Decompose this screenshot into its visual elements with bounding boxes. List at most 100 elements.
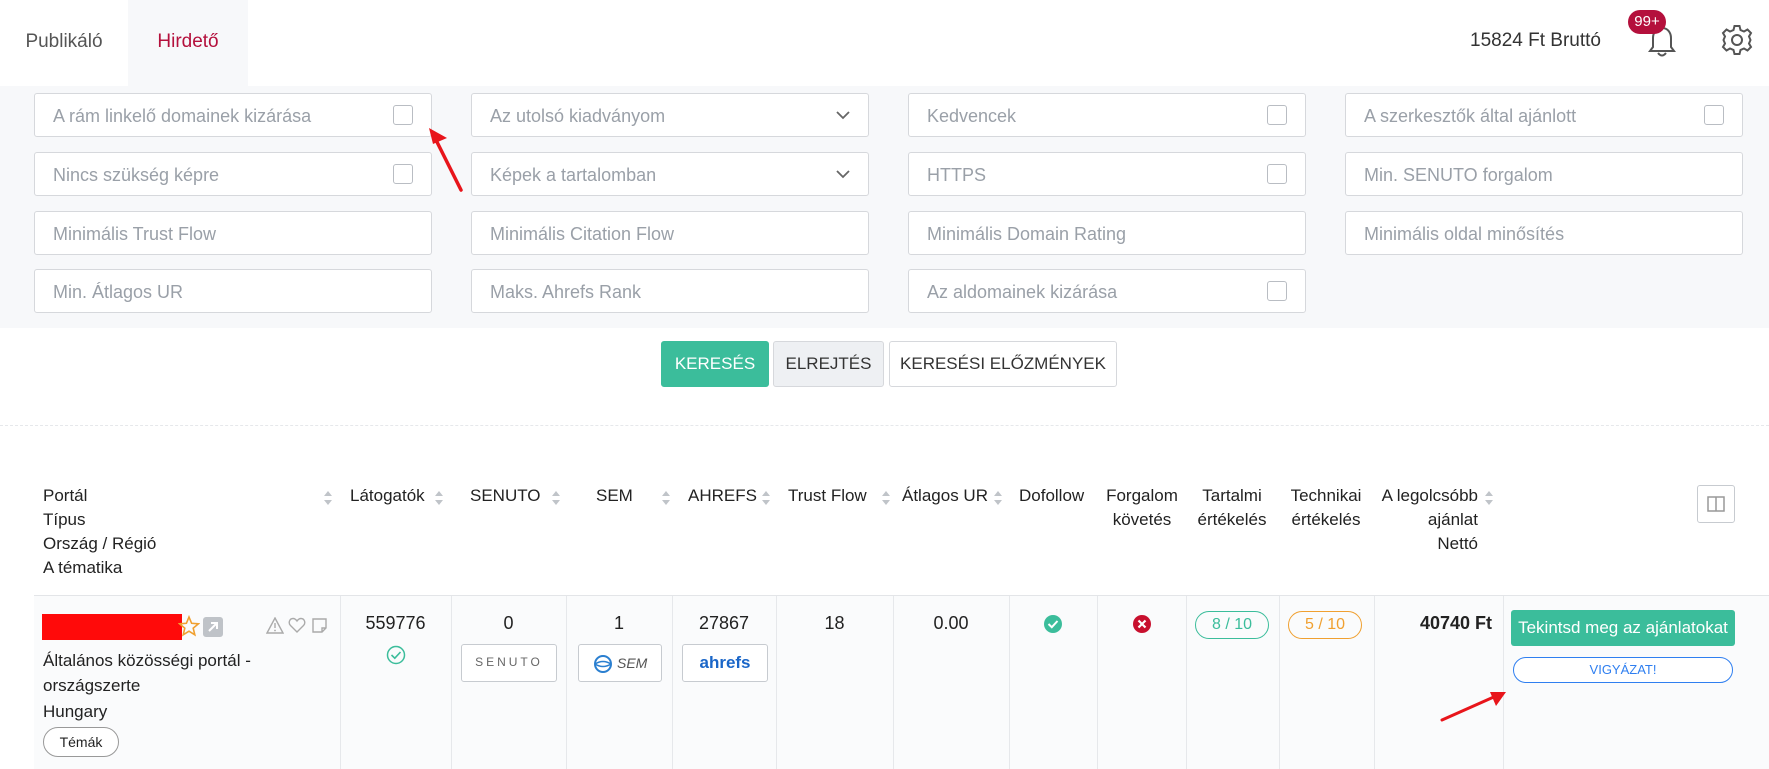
min-avg-ur-input[interactable]: Min. Átlagos UR <box>34 269 432 313</box>
checkbox[interactable] <box>1267 281 1287 301</box>
column-header-sem[interactable]: SEM <box>596 484 633 508</box>
checkbox[interactable] <box>393 105 413 125</box>
header-price-line2: ajánlat <box>1427 510 1478 529</box>
column-header-portal[interactable]: Portál Típus Ország / Régió A tématika <box>43 484 156 580</box>
filter-label: Kedvencek <box>927 106 1017 126</box>
ahrefs-logo-button[interactable]: ahrefs <box>682 644 768 682</box>
filter-label: A rám linkelő domainek kizárása <box>53 106 312 126</box>
filter-label: Nincs szükség képre <box>53 165 220 185</box>
min-page-rating-input[interactable]: Minimális oldal minősítés <box>1345 211 1743 255</box>
header-content-line1: Tartalmi <box>1202 486 1262 505</box>
column-header-ahrefs[interactable]: AHREFS <box>688 484 757 508</box>
warning-icon[interactable] <box>266 617 284 634</box>
input-placeholder: Min. SENUTO forgalom <box>1364 165 1553 185</box>
header-type: Típus <box>43 510 86 529</box>
sort-icon[interactable] <box>1484 490 1494 506</box>
editor-recommended-filter[interactable]: A szerkesztők által ajánlott <box>1345 93 1743 137</box>
tab-publisher[interactable]: Publikáló <box>0 0 128 86</box>
notification-badge: 99+ <box>1628 10 1666 34</box>
avg-ur-value: 0.00 <box>933 613 969 633</box>
search-button[interactable]: KERESÉS <box>661 341 769 387</box>
min-citation-flow-input[interactable]: Minimális Citation Flow <box>471 211 869 255</box>
columns-toggle-button[interactable] <box>1697 485 1735 523</box>
checkbox[interactable] <box>393 164 413 184</box>
visitors-value: 559776 <box>365 613 426 633</box>
column-divider <box>1009 596 1010 769</box>
column-header-trust-flow[interactable]: Trust Flow <box>788 484 867 508</box>
min-trust-flow-input[interactable]: Minimális Trust Flow <box>34 211 432 255</box>
exclude-linking-domains-filter[interactable]: A rám linkelő domainek kizárása <box>34 93 432 137</box>
trust-flow-value: 18 <box>824 613 845 633</box>
cheapest-offer-price: 40740 Ft <box>1419 613 1492 633</box>
portal-type-line1: Általános közösségi portál - <box>43 651 251 670</box>
checkbox[interactable] <box>1267 105 1287 125</box>
sort-icon[interactable] <box>993 490 1003 506</box>
input-placeholder: Maks. Ahrefs Rank <box>490 282 642 302</box>
checkbox[interactable] <box>1267 164 1287 184</box>
view-offers-button[interactable]: Tekintsd meg az ajánlatokat <box>1511 610 1735 646</box>
note-icon[interactable] <box>311 617 328 634</box>
heart-icon[interactable] <box>288 617 306 634</box>
sem-logo-button[interactable]: SEM <box>578 644 662 682</box>
chevron-down-icon <box>834 165 852 183</box>
search-history-button[interactable]: KERESÉSI ELŐZMÉNYEK <box>889 341 1117 387</box>
input-placeholder: Minimális Trust Flow <box>53 224 217 244</box>
sort-icon[interactable] <box>761 490 771 506</box>
min-domain-rating-input[interactable]: Minimális Domain Rating <box>908 211 1306 255</box>
column-header-dofollow: Dofollow <box>1019 486 1085 505</box>
senuto-value: 0 <box>503 613 514 633</box>
header-content-line2: értékelés <box>1197 510 1267 529</box>
columns-icon <box>1707 496 1725 512</box>
sort-icon[interactable] <box>551 490 561 506</box>
column-header-visitors[interactable]: Látogatók <box>350 484 425 508</box>
portal-type: Általános közösségi portál - országszert… <box>43 648 251 698</box>
x-circle-icon <box>1133 615 1151 633</box>
column-divider <box>1186 596 1187 769</box>
exclude-subdomains-filter[interactable]: Az aldomainek kizárása <box>908 269 1306 313</box>
sem-logo: SEM <box>617 655 648 671</box>
no-image-needed-filter[interactable]: Nincs szükség képre <box>34 152 432 196</box>
column-header-cheapest-offer[interactable]: A legolcsóbb ajánlat Nettó <box>1372 484 1478 556</box>
column-header-technical-rating: Technikai értékelés <box>1283 484 1369 532</box>
tab-advertiser[interactable]: Hirdető <box>128 0 248 86</box>
hide-button[interactable]: ELREJTÉS <box>773 341 884 387</box>
warning-button[interactable]: VIGYÁZAT! <box>1513 657 1733 683</box>
input-placeholder: Min. Átlagos UR <box>53 282 184 302</box>
select-placeholder: Az utolsó kiadványom <box>490 106 666 126</box>
header-traffic-line1: Forgalom <box>1106 486 1178 505</box>
favorites-filter[interactable]: Kedvencek <box>908 93 1306 137</box>
images-in-content-select[interactable]: Képek a tartalomban <box>471 152 869 196</box>
gear-icon[interactable] <box>1721 24 1753 56</box>
last-publication-select[interactable]: Az utolsó kiadványom <box>471 93 869 137</box>
star-icon[interactable] <box>178 615 200 637</box>
header-price-line1: A legolcsóbb <box>1381 486 1478 505</box>
sort-icon[interactable] <box>881 490 891 506</box>
senuto-logo-button[interactable]: SENUTO <box>461 644 557 682</box>
max-ahrefs-rank-input[interactable]: Maks. Ahrefs Rank <box>471 269 869 313</box>
checkbox[interactable] <box>1704 105 1724 125</box>
https-filter[interactable]: HTTPS <box>908 152 1306 196</box>
sort-icon[interactable] <box>434 490 444 506</box>
column-divider <box>1503 596 1504 769</box>
column-header-content-rating: Tartalmi értékelés <box>1190 484 1274 532</box>
header-tech-line1: Technikai <box>1290 486 1362 505</box>
min-senuto-input[interactable]: Min. SENUTO forgalom <box>1345 152 1743 196</box>
topics-button[interactable]: Témák <box>43 727 119 757</box>
section-divider <box>0 425 1769 426</box>
top-navigation-bar: Publikáló Hirdető 15824 Ft Bruttó 99+ <box>0 0 1769 86</box>
header-tech-line2: értékelés <box>1291 510 1361 529</box>
column-header-avg-ur[interactable]: Átlagos UR <box>902 484 988 508</box>
portal-type-line2: országszerte <box>43 676 141 695</box>
sort-icon[interactable] <box>323 490 333 506</box>
column-header-senuto[interactable]: SENUTO <box>470 484 541 508</box>
filter-label: A szerkesztők által ajánlott <box>1364 106 1577 126</box>
check-circle-icon <box>386 645 406 665</box>
input-placeholder: Minimális Domain Rating <box>927 224 1127 244</box>
external-link-icon[interactable] <box>203 617 223 637</box>
content-rating-badge: 8 / 10 <box>1195 611 1269 639</box>
column-divider <box>1279 596 1280 769</box>
sort-icon[interactable] <box>661 490 671 506</box>
column-divider <box>1097 596 1098 769</box>
ahrefs-value: 27867 <box>698 613 750 633</box>
redacted-portal-name <box>42 614 182 640</box>
